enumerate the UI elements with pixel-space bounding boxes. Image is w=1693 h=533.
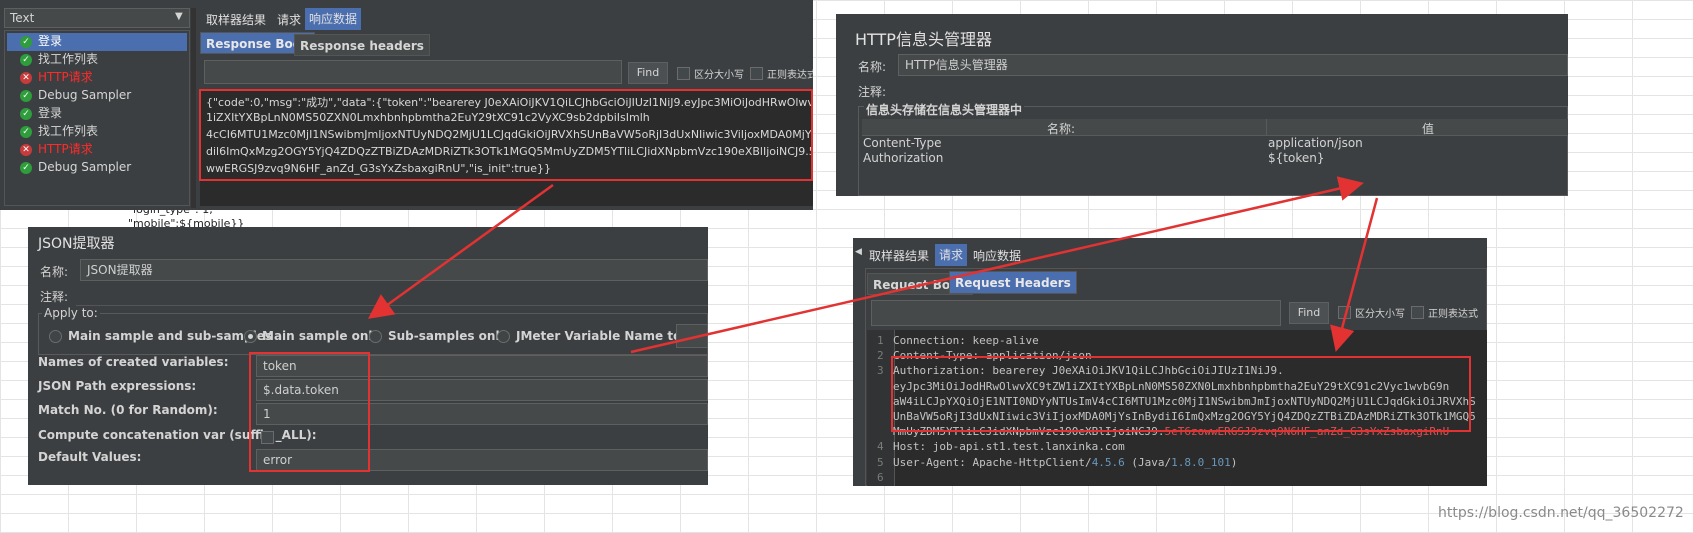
annotation-arrows	[367, 176, 1379, 354]
arrow-to-request-headers	[1330, 197, 1379, 352]
watermark: https://blog.csdn.net/qq_36502272	[1438, 505, 1684, 521]
arrow-to-header-manager	[630, 176, 1364, 354]
arrow-to-extractor	[367, 183, 554, 319]
